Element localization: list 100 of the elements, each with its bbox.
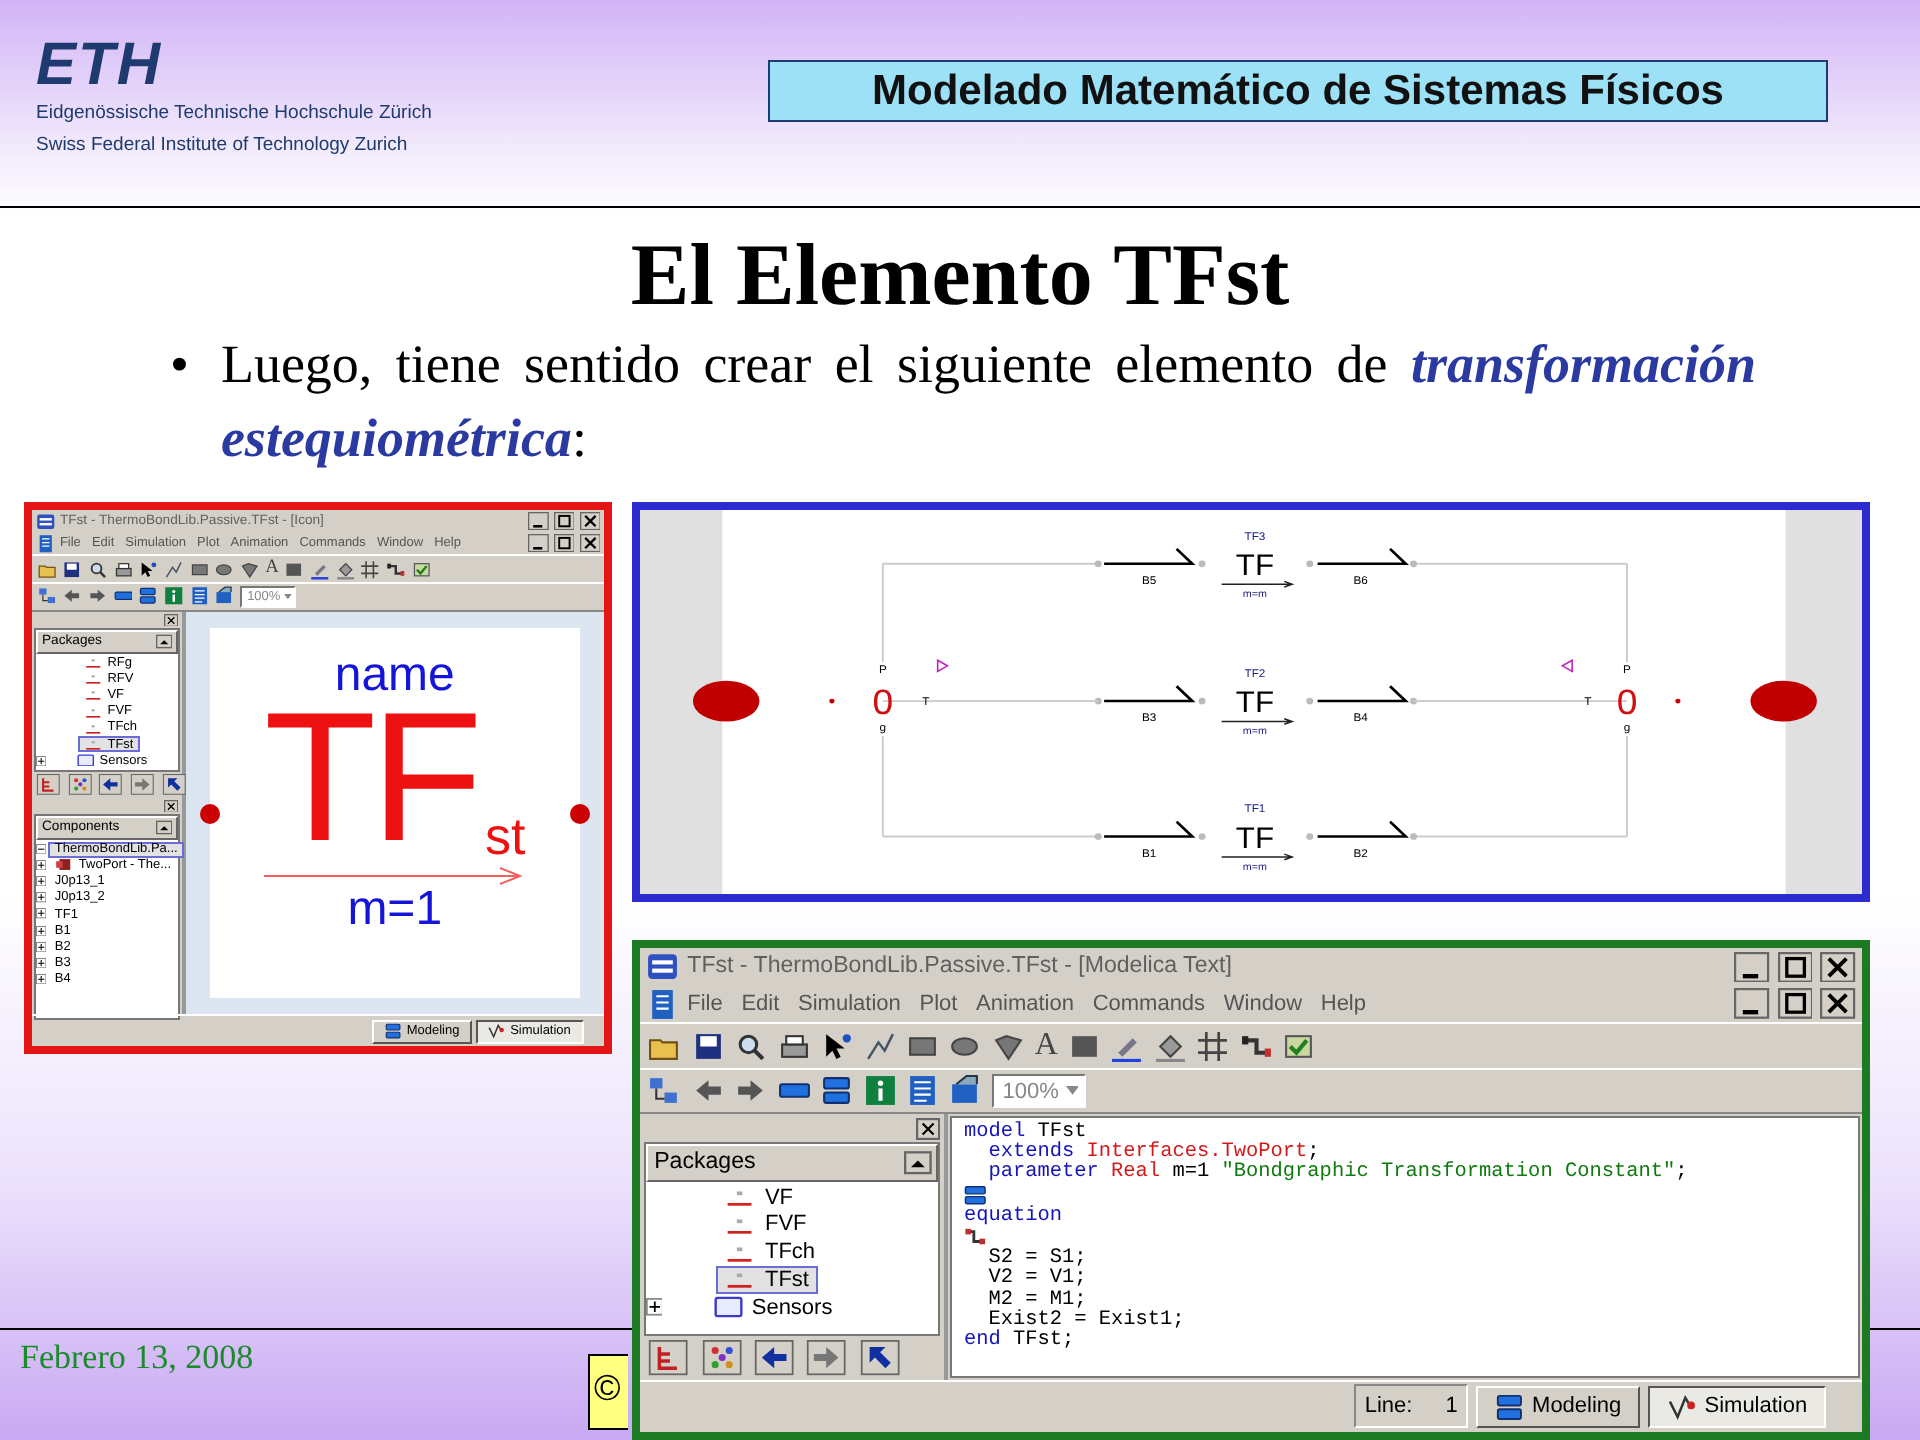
ellipse-icon[interactable] [214, 559, 235, 580]
stack-icon[interactable] [820, 1074, 854, 1108]
close-icon[interactable] [915, 1117, 940, 1140]
minimize-button[interactable] [528, 534, 550, 553]
up-left-arrow-button[interactable] [159, 774, 188, 796]
mode-tab[interactable]: Simulation [1647, 1385, 1827, 1428]
expand-icon[interactable] [35, 876, 47, 887]
transformer-symbol: TF [1235, 550, 1275, 584]
menu-item[interactable]: Help [1320, 992, 1366, 1017]
expand-icon[interactable] [35, 755, 47, 766]
grid-icon[interactable] [1196, 1029, 1230, 1063]
open-folder-icon[interactable] [37, 559, 57, 580]
maximize-button[interactable] [1777, 988, 1813, 1020]
text-document-icon[interactable] [189, 586, 209, 607]
scroll-up-button[interactable] [156, 634, 173, 650]
zoom-dropdown[interactable]: 100% [991, 1073, 1085, 1109]
tree-item[interactable]: TFch [715, 1238, 824, 1267]
minimize-button[interactable] [528, 512, 550, 531]
code-editor[interactable]: model TFst extends Interfaces.TwoPort; parameter Real m=1 "Bondgraphic Transformation Constant"; equation S2 = S1; V2 = V1; M2 = M1; Exist2 = Exist1; end TFst; [949, 1116, 1860, 1378]
institution-name: Swiss Federal Institute of Technology Zurich [36, 133, 408, 160]
close-button[interactable] [1820, 951, 1856, 983]
info-icon[interactable] [863, 1074, 897, 1108]
expand-icon[interactable] [35, 892, 47, 904]
menu-item[interactable]: Edit [741, 992, 780, 1017]
left-arrow-icon[interactable] [62, 586, 83, 607]
close-icon[interactable] [164, 799, 179, 813]
pointer-icon[interactable] [820, 1029, 854, 1063]
back-arrow-button[interactable] [96, 774, 126, 796]
menu-item[interactable]: Animation [976, 992, 1074, 1017]
annotation-icon[interactable] [963, 1183, 987, 1206]
tree-item[interactable]: TFst [715, 1266, 818, 1294]
up-left-arrow-button[interactable] [855, 1339, 904, 1376]
tree-item[interactable]: Sensors [702, 1293, 842, 1322]
grid-view-button[interactable] [65, 774, 95, 796]
check-icon[interactable] [411, 559, 431, 580]
close-button[interactable] [579, 534, 601, 553]
expand-icon[interactable] [35, 941, 47, 952]
polygon-icon[interactable] [991, 1029, 1025, 1063]
expand-icon[interactable] [35, 973, 47, 985]
polygon-icon[interactable] [239, 559, 260, 580]
right-arrow-icon[interactable] [87, 586, 108, 607]
expand-icon[interactable] [35, 908, 47, 920]
line-icon[interactable] [163, 559, 184, 580]
fill-color-icon[interactable] [335, 559, 355, 580]
mode-tab[interactable]: Modeling [1475, 1385, 1641, 1428]
search-icon[interactable] [734, 1029, 768, 1063]
tree-view-button[interactable] [644, 1339, 693, 1376]
bullet-marker: • [170, 332, 189, 399]
expand-icon[interactable] [35, 860, 47, 871]
close-button[interactable] [1820, 988, 1856, 1020]
class-tree-icon[interactable] [648, 1074, 682, 1108]
check-icon[interactable] [1281, 1029, 1315, 1063]
forward-arrow-button[interactable] [128, 774, 157, 796]
class-tree-icon[interactable] [37, 586, 57, 607]
maximize-button[interactable] [1777, 951, 1813, 983]
pen-color-icon[interactable] [310, 559, 330, 580]
expand-icon[interactable] [35, 925, 47, 936]
scroll-up-button[interactable] [156, 820, 173, 836]
print-icon[interactable] [113, 559, 133, 580]
minimize-button[interactable] [1734, 988, 1770, 1020]
close-button[interactable] [579, 512, 601, 531]
stack-icon[interactable] [138, 586, 159, 607]
forward-arrow-button[interactable] [802, 1339, 851, 1376]
menu-item[interactable]: Plot [919, 992, 958, 1017]
minimize-button[interactable] [1734, 951, 1770, 983]
maximize-button[interactable] [554, 534, 575, 553]
text-tool-button[interactable]: A [1034, 1030, 1058, 1063]
search-icon[interactable] [87, 559, 108, 580]
menu-item[interactable]: Window [1223, 992, 1303, 1017]
tree-view-button[interactable] [34, 774, 64, 796]
print-icon[interactable] [777, 1029, 811, 1063]
grid-icon[interactable] [360, 559, 381, 580]
tree-item[interactable]: VF [715, 1183, 802, 1212]
document-edit-icon[interactable] [214, 586, 235, 607]
expand-icon[interactable] [645, 1298, 663, 1317]
info-icon[interactable] [163, 586, 184, 607]
fill-color-icon[interactable] [1153, 1029, 1187, 1063]
text-tool-button[interactable]: A [265, 559, 279, 579]
connector-icon[interactable] [963, 1225, 987, 1249]
back-arrow-button[interactable] [749, 1339, 799, 1376]
connector-icon[interactable] [386, 559, 406, 580]
save-icon[interactable] [691, 1029, 725, 1063]
modeling-icon [384, 1022, 403, 1041]
collapse-icon[interactable] [35, 843, 47, 855]
tree-item[interactable]: FVF [715, 1211, 816, 1239]
expand-icon[interactable] [35, 957, 47, 969]
save-icon[interactable] [62, 559, 83, 580]
text-document-icon[interactable] [906, 1074, 940, 1108]
grid-view-button[interactable] [697, 1339, 746, 1376]
maximize-button[interactable] [554, 512, 575, 531]
scroll-up-button[interactable] [904, 1150, 932, 1176]
filled-square-icon[interactable] [284, 559, 305, 580]
menu-item[interactable]: Simulation [798, 992, 901, 1017]
line-icon[interactable] [863, 1029, 897, 1063]
menu-item[interactable]: Commands [1092, 992, 1206, 1017]
rectangle-icon[interactable] [189, 559, 209, 580]
menu-item[interactable]: File [687, 992, 723, 1017]
document-edit-icon[interactable] [948, 1074, 982, 1108]
close-icon[interactable] [164, 613, 179, 627]
pointer-icon[interactable] [138, 559, 159, 580]
